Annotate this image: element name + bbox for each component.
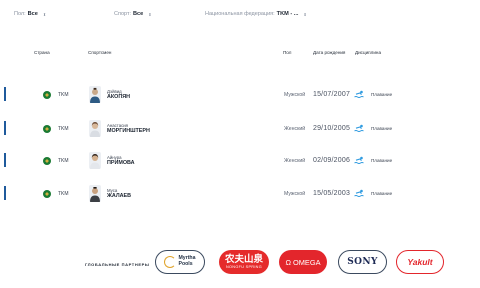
athlete-last-name[interactable]: АКОПЯН bbox=[107, 94, 130, 100]
partners-label: ГЛОБАЛЬНЫЕ ПАРТНЕРЫ bbox=[85, 262, 150, 267]
sport-filter[interactable]: Спорт: Все ⬍ bbox=[114, 11, 152, 17]
athlete-gender: Мужской bbox=[284, 92, 306, 98]
table-row[interactable]: TKM Анастасия МОРГИНШТЕРН Женский 29/10/… bbox=[0, 111, 480, 147]
partner-logo-sony[interactable]: SONY bbox=[338, 250, 387, 274]
turkmenistan-flag-icon bbox=[43, 125, 51, 133]
gender-filter-value: Все bbox=[27, 11, 38, 17]
athlete-gender: Женский bbox=[284, 126, 306, 132]
athlete-discipline: Плавание bbox=[371, 92, 393, 97]
turkmenistan-flag-icon bbox=[43, 91, 51, 99]
turkmenistan-flag-icon bbox=[43, 190, 51, 198]
chevron-updown-icon: ⬍ bbox=[42, 11, 47, 17]
athlete-discipline: Плавание bbox=[371, 158, 393, 163]
federation-filter-value: TKM - ... bbox=[276, 11, 299, 17]
table-row[interactable]: TKM Дэйвид АКОПЯН Мужской 15/07/2007 Пла… bbox=[0, 77, 480, 113]
row-accent-bar bbox=[4, 87, 6, 101]
country-code: TKM bbox=[58, 126, 69, 132]
chevron-updown-icon: ⬍ bbox=[148, 11, 152, 17]
yakult-text: Yakult bbox=[407, 257, 433, 267]
athlete-discipline: Плавание bbox=[371, 126, 393, 131]
country-code: TKM bbox=[58, 158, 69, 164]
sony-text: SONY bbox=[347, 257, 378, 267]
athlete-last-name[interactable]: ПРИМОВА bbox=[107, 160, 135, 166]
athlete-gender: Мужской bbox=[284, 191, 306, 197]
myrtha-swirl-icon bbox=[164, 256, 177, 268]
athlete-dob: 15/05/2003 bbox=[313, 190, 351, 197]
nongfu-chinese: 农夫山泉 bbox=[224, 253, 263, 265]
athlete-avatar bbox=[89, 120, 101, 137]
country-code: TKM bbox=[58, 191, 69, 197]
chevron-updown-icon: ⬍ bbox=[303, 11, 307, 17]
athlete-avatar bbox=[89, 86, 101, 103]
athlete-last-name[interactable]: ЖАЛАЕВ bbox=[107, 193, 131, 199]
athlete-dob: 29/10/2005 bbox=[313, 125, 351, 132]
partner-logo-nongfu[interactable]: 农夫山泉 NONGFU SPRING bbox=[219, 250, 269, 274]
athlete-last-name[interactable]: МОРГИНШТЕРН bbox=[107, 128, 150, 134]
filter-bar: Пол: Все ⬍ Спорт: Все ⬍ Национальная фед… bbox=[0, 0, 480, 30]
column-header-athlete: Спортсмен bbox=[88, 50, 112, 55]
turkmenistan-flag-icon bbox=[43, 157, 51, 165]
omega-text: Ω OMEGA bbox=[285, 257, 321, 267]
myrtha-line2: Pools bbox=[178, 261, 193, 267]
table-row[interactable]: TKM Айнура ПРИМОВА Женский 02/09/2006 Пл… bbox=[0, 143, 480, 179]
swimming-icon bbox=[354, 90, 364, 98]
column-header-discipline: Дисциплина bbox=[355, 50, 381, 55]
athlete-gender: Женский bbox=[284, 158, 306, 164]
athlete-dob: 15/07/2007 bbox=[313, 91, 351, 98]
swimming-icon bbox=[354, 156, 364, 164]
swimming-icon bbox=[354, 189, 364, 197]
athlete-avatar bbox=[89, 152, 101, 169]
column-header-dob: Дата рождения bbox=[313, 50, 346, 55]
sport-filter-label: Спорт: bbox=[114, 11, 131, 17]
partner-logo-yakult[interactable]: Yakult bbox=[396, 250, 444, 274]
sport-filter-value: Все bbox=[133, 11, 144, 17]
swimming-icon bbox=[354, 124, 364, 132]
athlete-avatar bbox=[89, 185, 101, 202]
gender-filter[interactable]: Пол: Все ⬍ bbox=[14, 11, 46, 17]
table-row[interactable]: TKM Муса ЖАЛАЕВ Мужской 15/05/2003 Плава… bbox=[0, 176, 480, 212]
row-accent-bar bbox=[4, 186, 6, 200]
partner-logo-myrtha[interactable]: Myrtha Pools bbox=[155, 250, 205, 274]
federation-filter-label: Национальная федерация: bbox=[205, 11, 275, 17]
federation-filter[interactable]: Национальная федерация: TKM - ... ⬍ bbox=[205, 11, 307, 17]
athlete-dob: 02/09/2006 bbox=[313, 157, 351, 164]
partner-logo-omega[interactable]: Ω OMEGA bbox=[279, 250, 327, 274]
column-header-country: Страна bbox=[34, 50, 50, 55]
row-accent-bar bbox=[4, 153, 6, 167]
athlete-discipline: Плавание bbox=[371, 191, 393, 196]
country-code: TKM bbox=[58, 92, 69, 98]
nongfu-latin: NONGFU SPRING bbox=[226, 264, 262, 269]
column-header-gender: Пол bbox=[283, 50, 292, 55]
row-accent-bar bbox=[4, 121, 6, 135]
table-header: Страна Спортсмен Пол Дата рождения Дисци… bbox=[0, 48, 480, 58]
gender-filter-label: Пол: bbox=[14, 11, 26, 17]
